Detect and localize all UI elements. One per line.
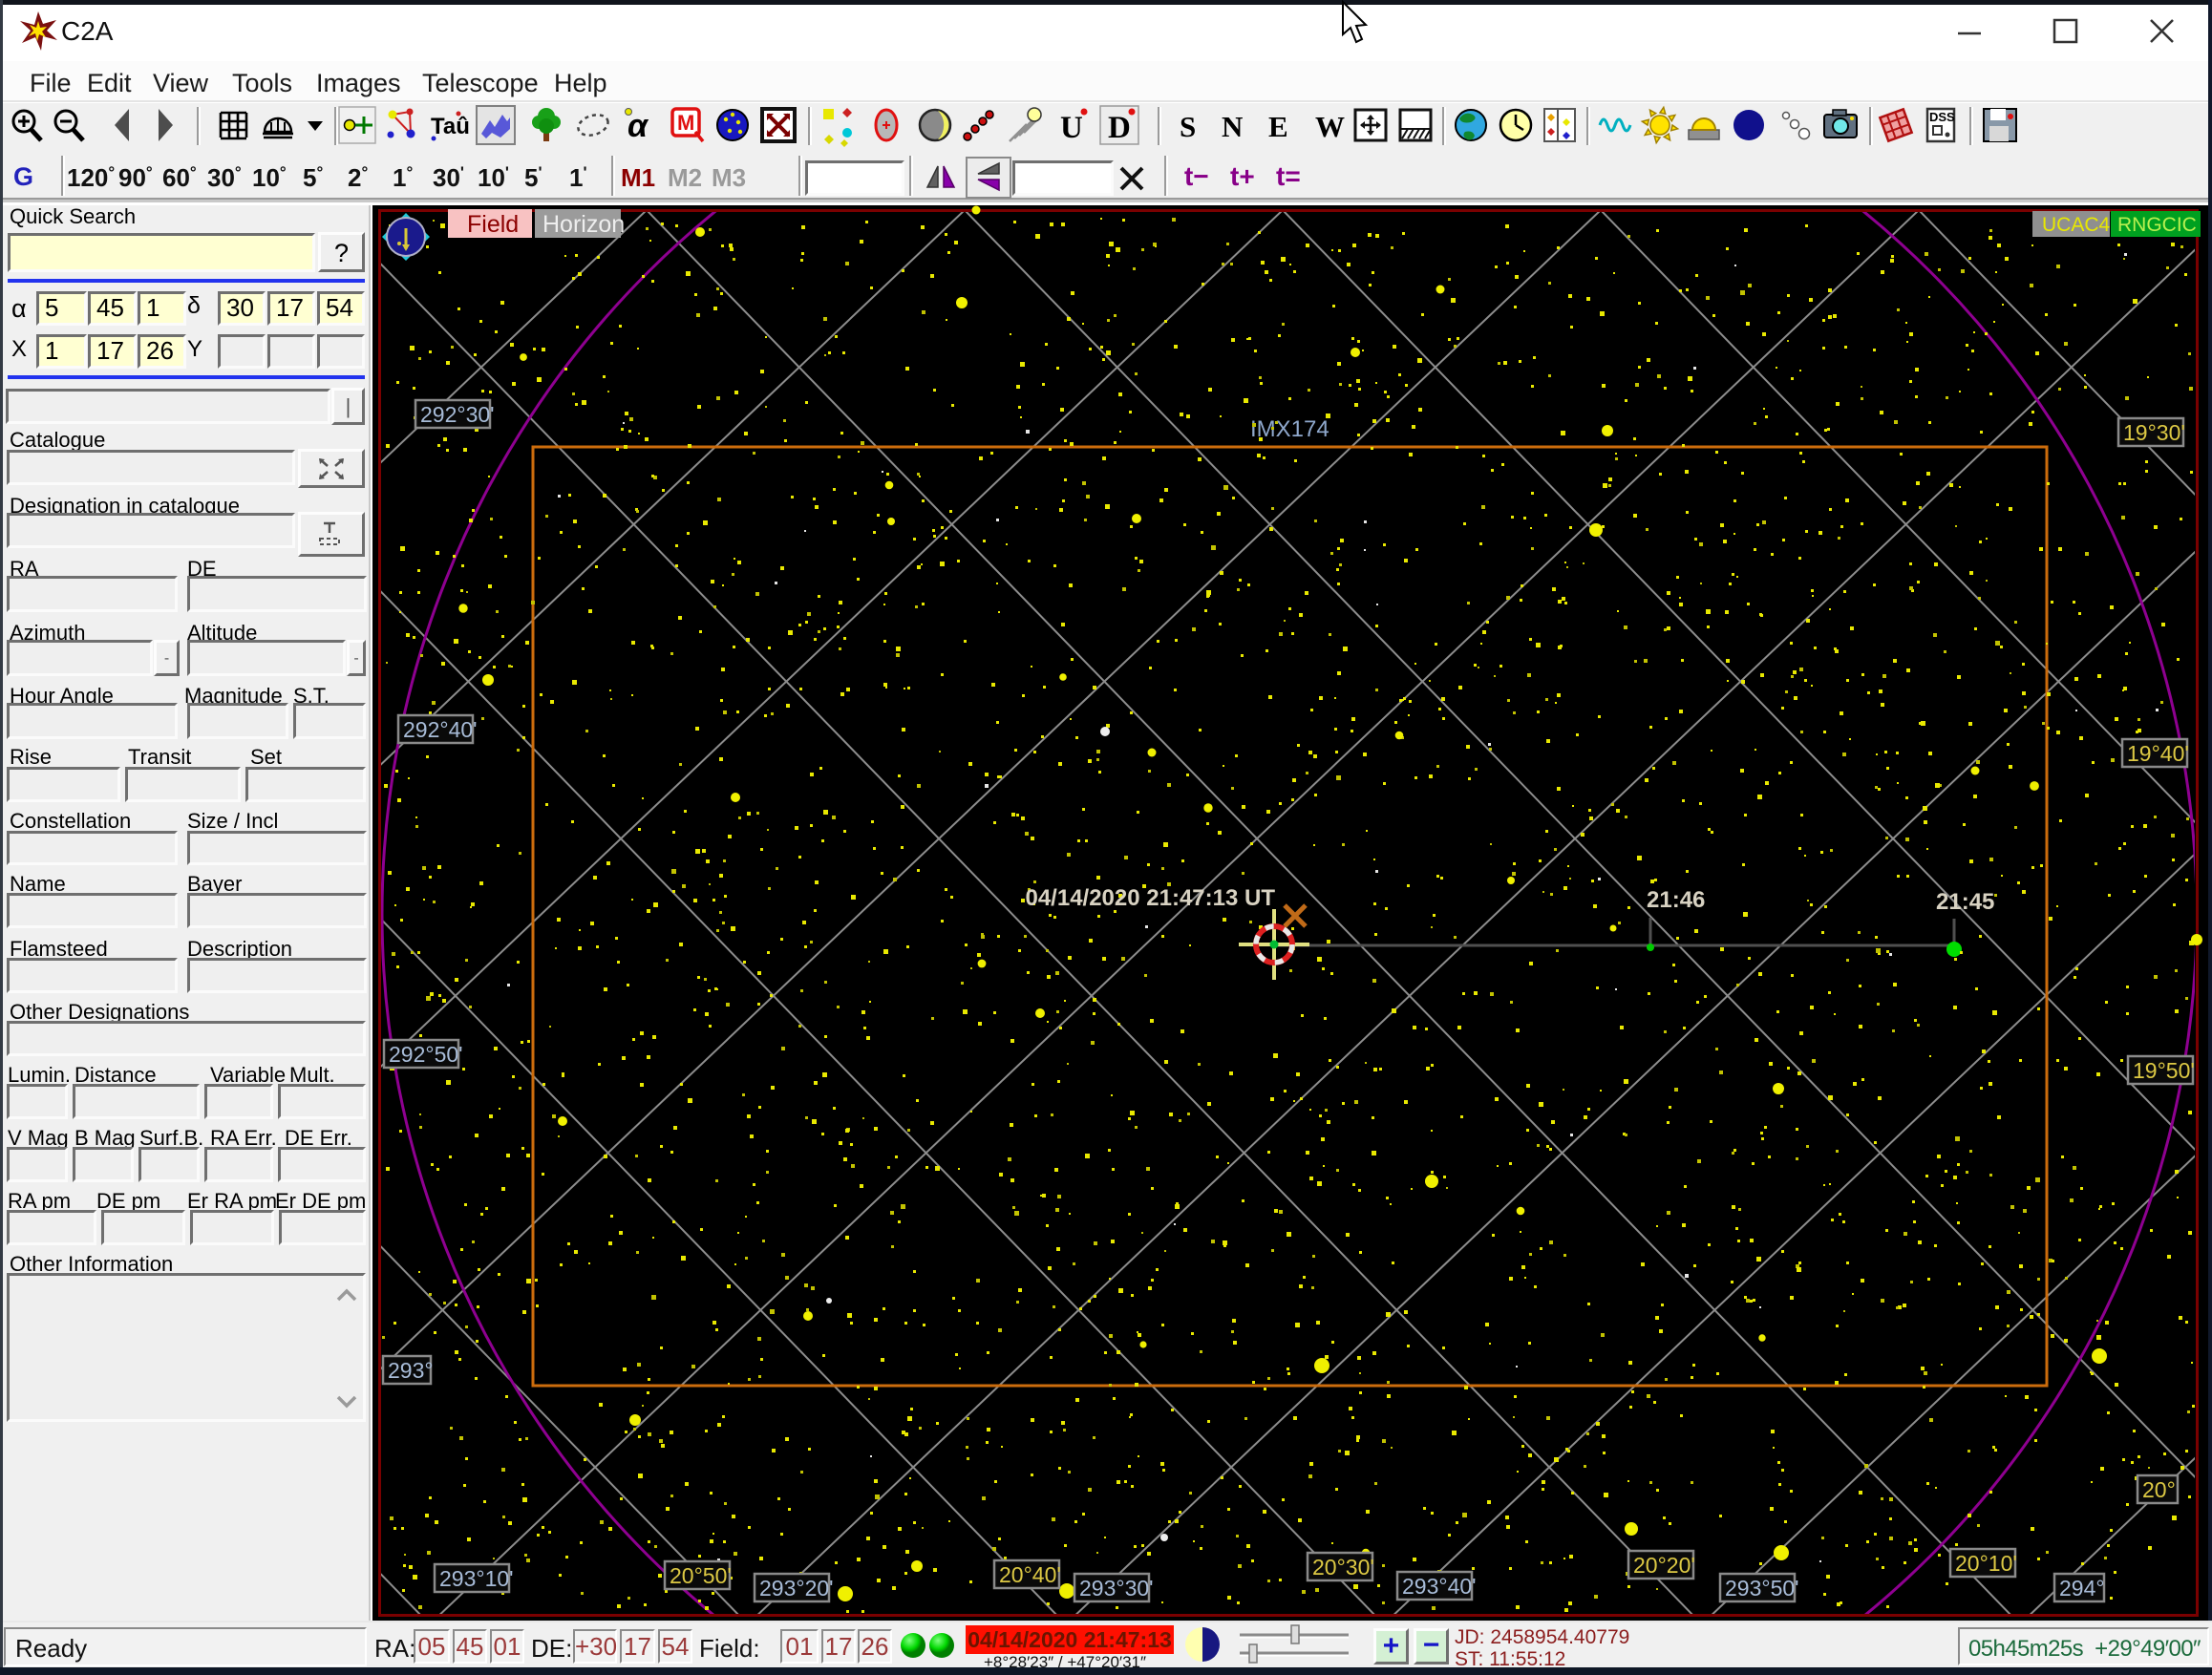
svg-text:21:46: 21:46 xyxy=(1647,887,1705,913)
svg-text:293°20': 293°20' xyxy=(759,1576,834,1601)
svg-text:19°30': 19°30' xyxy=(2123,420,2185,445)
svg-text:21:45: 21:45 xyxy=(1936,889,1994,915)
svg-text:293°40': 293°40' xyxy=(1402,1574,1477,1599)
svg-text:20°: 20° xyxy=(2142,1477,2176,1502)
svg-text:N: N xyxy=(1222,110,1243,143)
svg-text:S: S xyxy=(1180,110,1196,143)
svg-text:M: M xyxy=(677,111,694,135)
svg-text:Field: Field xyxy=(467,211,519,238)
svg-text:19°50': 19°50' xyxy=(2133,1058,2195,1083)
svg-text:U: U xyxy=(1060,111,1083,145)
svg-text:294°: 294° xyxy=(2059,1576,2105,1601)
svg-text:20°40': 20°40' xyxy=(999,1562,1061,1587)
svg-text:D: D xyxy=(1108,111,1131,145)
svg-text:04/14/2020 21:47:13 UT: 04/14/2020 21:47:13 UT xyxy=(1025,885,1275,911)
svg-text:292°40': 292°40' xyxy=(403,717,478,742)
svg-text:293°10': 293°10' xyxy=(439,1566,514,1591)
svg-text:UCAC4: UCAC4 xyxy=(2042,214,2111,236)
svg-text:19°40': 19°40' xyxy=(2127,741,2189,766)
svg-text:20°50': 20°50' xyxy=(670,1563,732,1588)
svg-text:DSS: DSS xyxy=(1929,110,1955,124)
svg-text:293°: 293° xyxy=(388,1358,434,1383)
svg-text:RNGCIC: RNGCIC xyxy=(2117,214,2197,236)
svg-text:α: α xyxy=(627,108,649,144)
svg-text:W: W xyxy=(1315,110,1345,143)
svg-text:292°30': 292°30' xyxy=(420,402,495,427)
svg-text:E: E xyxy=(1268,110,1288,143)
svg-text:292°50': 292°50' xyxy=(389,1042,463,1067)
svg-text:20°30': 20°30' xyxy=(1312,1555,1374,1580)
svg-text:20°10': 20°10' xyxy=(1955,1551,2017,1576)
svg-text:20°20': 20°20' xyxy=(1633,1553,1695,1578)
svg-text:293°30': 293°30' xyxy=(1079,1576,1154,1601)
svg-text:Taû: Taû xyxy=(431,114,470,139)
svg-text:Horizon: Horizon xyxy=(542,211,625,238)
svg-text:293°50': 293°50' xyxy=(1725,1576,1799,1601)
